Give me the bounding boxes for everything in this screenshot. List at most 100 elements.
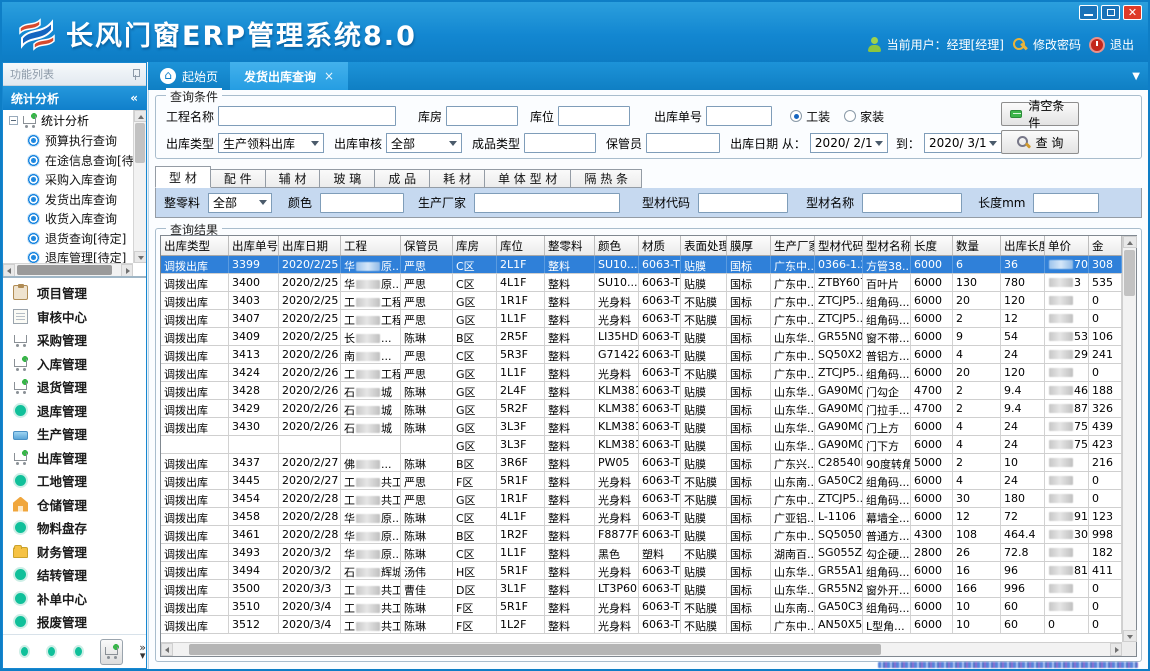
sidebar-module[interactable]: 报废管理	[13, 611, 146, 633]
scroll-down-icon[interactable]	[1123, 630, 1137, 642]
profile-name-input[interactable]	[862, 193, 962, 213]
column-header[interactable]: 出库类型	[161, 236, 229, 255]
module-cart-button[interactable]	[100, 639, 124, 665]
project-name-input[interactable]	[218, 106, 396, 126]
table-row[interactable]: 调拨出库35122020/3/4工共工程陈琳F区1L2F整料光身料6063-T5…	[161, 616, 1122, 634]
tab-shipping-query[interactable]: 发货出库查询 ×	[230, 62, 348, 90]
color-input[interactable]	[320, 193, 404, 213]
tree-root[interactable]: 统计分析	[3, 110, 133, 131]
scroll-left-icon[interactable]	[161, 643, 173, 656]
collapse-icon[interactable]: «	[130, 91, 138, 105]
table-row[interactable]: 调拨出库34282020/2/26石城陈琳G区2L4F整料KLM38176063…	[161, 382, 1122, 400]
column-header[interactable]: 型材代码	[815, 236, 863, 255]
table-row[interactable]: 调拨出库33992020/2/25华原...严思C区2L1F整料SU10...6…	[161, 256, 1122, 274]
material-tab[interactable]: 玻 璃	[320, 169, 375, 188]
logout-button[interactable]: 退出	[1089, 36, 1134, 53]
table-row[interactable]: 调拨出库34372020/2/27佛...陈琳B区3R6F整料PW056063-…	[161, 454, 1122, 472]
outbound-type-select[interactable]: 生产领料出库	[218, 133, 324, 153]
scroll-right-icon[interactable]	[1110, 643, 1122, 656]
material-tab[interactable]: 辅 材	[266, 169, 321, 188]
table-row[interactable]: 调拨出库34072020/2/25工工程严思G区1L1F整料光身料6063-T5…	[161, 310, 1122, 328]
sidebar-module[interactable]: 出库管理	[13, 446, 146, 468]
collapse-expander-icon[interactable]	[9, 116, 18, 125]
sidebar-module[interactable]: 项目管理	[13, 282, 146, 304]
stats-section-header[interactable]: 统计分析 «	[3, 86, 146, 110]
close-button[interactable]: ✕	[1123, 5, 1142, 20]
manufacturer-input[interactable]	[474, 193, 620, 213]
table-row[interactable]: 调拨出库34292020/2/26石城陈琳G区5R2F整料KLM38176063…	[161, 400, 1122, 418]
sidebar-module[interactable]: 补单中心	[13, 587, 146, 609]
sidebar-module[interactable]: 物料盘存	[13, 517, 146, 539]
material-tab[interactable]: 隔 热 条	[571, 169, 642, 188]
sidebar-module[interactable]: 采购管理	[13, 329, 146, 351]
tab-home[interactable]: ⌂ 起始页	[148, 62, 230, 90]
grid-horizontal-scrollbar[interactable]	[161, 642, 1122, 656]
column-header[interactable]: 膜厚	[727, 236, 771, 255]
tree-item[interactable]: 收货入库查询	[3, 209, 133, 229]
product-type-input[interactable]	[524, 133, 596, 153]
material-tab[interactable]: 耗 材	[430, 169, 485, 188]
tree-item[interactable]: 预算执行查询	[3, 131, 133, 151]
sidebar-module[interactable]: 审核中心	[13, 305, 146, 327]
sidebar-module[interactable]: 结转管理	[13, 564, 146, 586]
sidebar-module[interactable]: 财务管理	[13, 540, 146, 562]
overflow-chevron[interactable]: »▾	[139, 644, 146, 660]
table-row[interactable]: 调拨出库34582020/2/28华原...陈琳C区4L1F整料光身料6063-…	[161, 508, 1122, 526]
table-row[interactable]: 调拨出库35002020/3/3工共工程曹佳D区3L1F整料LT3P606063…	[161, 580, 1122, 598]
column-header[interactable]: 出库单号	[229, 236, 279, 255]
table-row[interactable]: 调拨出库35102020/3/4工共工程陈琳F区5R1F整料光身料6063-T5…	[161, 598, 1122, 616]
keeper-input[interactable]	[646, 133, 720, 153]
date-to-picker[interactable]: 2020/ 3/16	[924, 133, 1002, 153]
location-input[interactable]	[558, 106, 630, 126]
column-header[interactable]: 长度	[911, 236, 953, 255]
grid-vertical-scrollbar[interactable]	[1122, 236, 1136, 642]
table-row[interactable]: 调拨出库34452020/2/27工共工程严思F区5R1F整料光身料6063-T…	[161, 472, 1122, 490]
scroll-up-icon[interactable]	[1123, 236, 1137, 248]
change-password-button[interactable]: 修改密码	[1012, 36, 1081, 53]
column-header[interactable]: 表面处理	[681, 236, 727, 255]
column-header[interactable]: 金	[1089, 236, 1122, 255]
table-row[interactable]: 调拨出库34302020/2/26石城陈琳G区3L3F整料KLM38176063…	[161, 418, 1122, 436]
audit-select[interactable]: 全部	[386, 133, 462, 153]
sidebar-module[interactable]: 退货管理	[13, 376, 146, 398]
column-header[interactable]: 出库日期	[279, 236, 341, 255]
tree-horizontal-scrollbar[interactable]	[3, 263, 133, 276]
column-header[interactable]: 单价	[1045, 236, 1089, 255]
table-row[interactable]: 调拨出库34032020/2/25工工程严思G区1R1F整料光身料6063-T5…	[161, 292, 1122, 310]
module-dot-icon[interactable]	[19, 645, 30, 658]
scroll-up-icon[interactable]	[134, 110, 146, 122]
material-tab[interactable]: 成 品	[375, 169, 430, 188]
tree-item[interactable]: 退货查询[待定]	[3, 229, 133, 249]
table-row[interactable]: 调拨出库34942020/3/2石辉城汤伟H区5R1F整料光身料6063-T5贴…	[161, 562, 1122, 580]
search-button[interactable]: 查 询	[1001, 130, 1079, 154]
table-row[interactable]: 调拨出库34092020/2/25长...陈琳B区2R5F整料LI35HD606…	[161, 328, 1122, 346]
column-header[interactable]: 整零料	[545, 236, 595, 255]
table-row[interactable]: G区3L3F整料KLM38176063-T5贴膜国标山东华...GA90M09.…	[161, 436, 1122, 454]
column-header[interactable]: 材质	[639, 236, 681, 255]
tree-item[interactable]: 在途信息查询[待	[3, 151, 133, 171]
tab-overflow-icon[interactable]: ▼	[1132, 71, 1148, 82]
column-header[interactable]: 工程	[341, 236, 401, 255]
date-from-picker[interactable]: 2020/ 2/16	[810, 133, 888, 153]
sidebar-module[interactable]: 仓储管理	[13, 493, 146, 515]
sidebar-module[interactable]: 工地管理	[13, 470, 146, 492]
sidebar-module[interactable]: 退库管理	[13, 399, 146, 421]
sidebar-module[interactable]: 入库管理	[13, 352, 146, 374]
tree-item[interactable]: 退库管理[待定]	[3, 248, 133, 263]
jiazhuang-radio[interactable]	[844, 110, 856, 122]
profile-code-input[interactable]	[698, 193, 788, 213]
whole-part-select[interactable]: 全部	[208, 193, 272, 213]
table-row[interactable]: 调拨出库34612020/2/28华原...陈琳B区1R2F整料F8877FT6…	[161, 526, 1122, 544]
order-no-input[interactable]	[706, 106, 772, 126]
minimize-button[interactable]	[1079, 5, 1098, 20]
warehouse-input[interactable]	[446, 106, 518, 126]
gongzhuang-radio[interactable]	[790, 110, 802, 122]
column-header[interactable]: 保管员	[401, 236, 453, 255]
table-row[interactable]: 调拨出库34132020/2/26南...严思C区5R3F整料G71422606…	[161, 346, 1122, 364]
tree-item[interactable]: 发货出库查询	[3, 190, 133, 210]
scroll-left-icon[interactable]	[3, 264, 15, 277]
column-header[interactable]: 型材名称	[863, 236, 911, 255]
material-tab[interactable]: 单 体 型 材	[485, 169, 571, 188]
maximize-button[interactable]	[1101, 5, 1120, 20]
tree-vertical-scrollbar[interactable]	[133, 110, 146, 263]
